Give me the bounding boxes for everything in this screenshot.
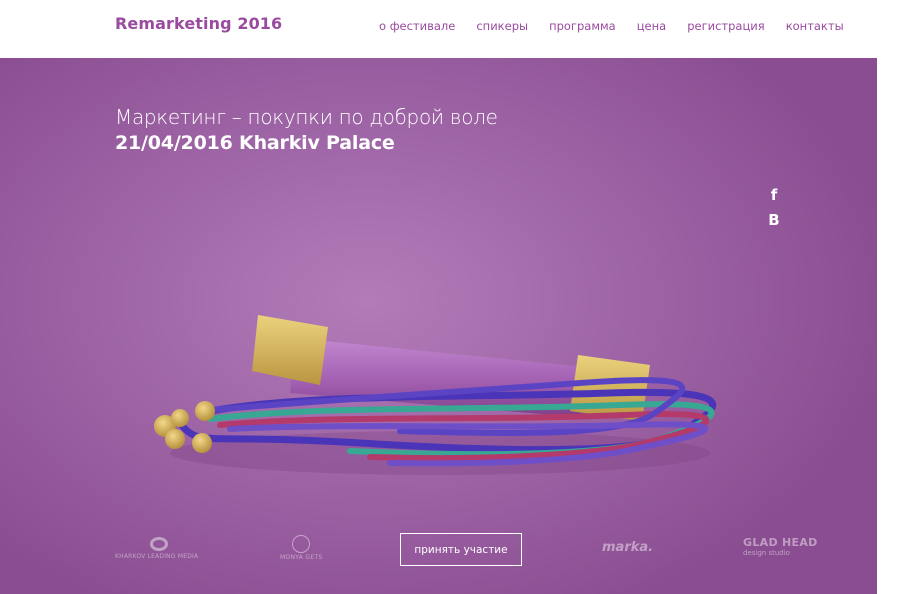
brand-logo-text[interactable]: Remarketing 2016: [115, 14, 282, 33]
knitted-whip-illustration: [154, 315, 716, 475]
partner-monya-gets[interactable]: MONYA GETS: [280, 554, 323, 561]
partner-glad-head-subtitle: design studio: [743, 549, 790, 557]
facebook-icon[interactable]: f: [768, 183, 780, 208]
hero-headline: Маркетинг – покупки по доброй воле: [115, 105, 498, 129]
partner-glad-head[interactable]: GLAD HEAD: [743, 536, 818, 549]
nav-item-registration[interactable]: регистрация: [687, 19, 764, 33]
hero-date-place: 21/04/2016 Kharkiv Palace: [115, 132, 395, 154]
partner-kharkov-leading-media[interactable]: KHARKOV LEADING MEDIA: [115, 553, 198, 560]
nav-item-price[interactable]: цена: [637, 19, 666, 33]
nav-item-speakers[interactable]: спикеры: [476, 19, 528, 33]
partner-marka[interactable]: marka.: [602, 540, 653, 555]
page-right-margin: [877, 58, 918, 594]
vk-icon[interactable]: В: [768, 208, 780, 233]
top-navigation-bar: Remarketing 2016 о фестивале спикеры про…: [0, 0, 918, 58]
nav-item-about[interactable]: о фестивале: [379, 19, 455, 33]
nav-item-contacts[interactable]: контакты: [786, 19, 844, 33]
hero-section: Маркетинг – покупки по доброй воле 21/04…: [0, 58, 877, 594]
monya-gets-logo-icon: [292, 535, 310, 553]
participate-button[interactable]: принять участие: [400, 533, 522, 566]
kharkov-media-logo-icon: [150, 537, 168, 551]
social-links: f В: [768, 183, 780, 233]
nav-item-program[interactable]: программа: [549, 19, 616, 33]
main-nav: о фестивале спикеры программа цена регис…: [379, 19, 844, 33]
